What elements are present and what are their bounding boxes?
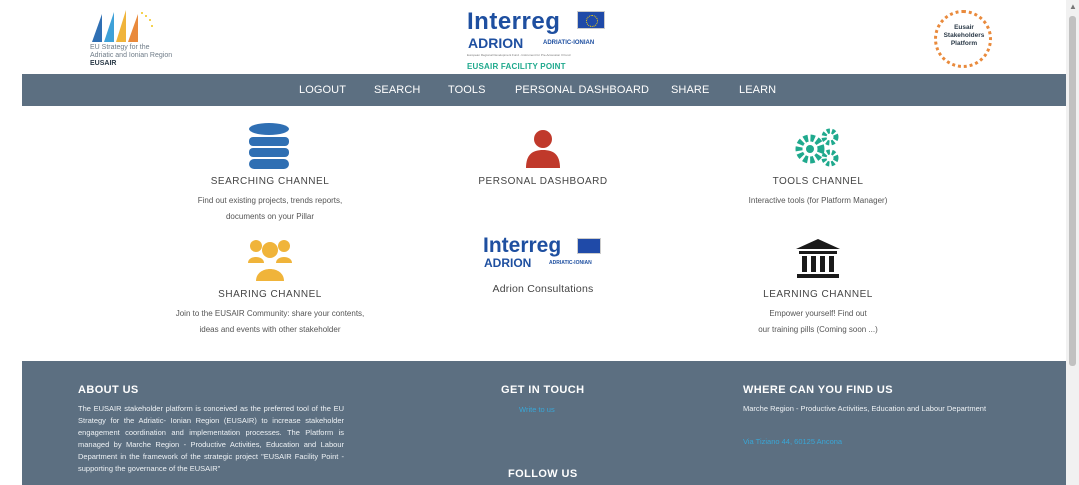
about-text: The EUSAIR stakeholder platform is conce…	[78, 404, 344, 473]
site-footer: ABOUT US The EUSAIR stakeholder platform…	[22, 361, 1066, 485]
interreg-adrion-logo[interactable]: Interreg ADRION ADRIATIC-IONIAN European…	[467, 8, 617, 72]
address-link[interactable]: Via Tiziano 44, 60125 Ancona	[743, 437, 842, 446]
nav-learn[interactable]: LEARN	[739, 84, 776, 96]
consult-logo-brand: Interreg	[483, 234, 562, 257]
nav-search[interactable]: SEARCH	[374, 84, 420, 96]
searching-channel[interactable]: SEARCHING CHANNEL Find out existing proj…	[150, 176, 390, 225]
channel-desc-line1: Interactive tools (for Platform Manager)	[748, 196, 888, 205]
channel-title[interactable]: TOOLS CHANNEL	[698, 176, 938, 187]
follow-us-heading: FOLLOW US	[508, 468, 578, 480]
location-text: Marche Region - Productive Activities, E…	[743, 404, 987, 413]
facility-point-label: EUSAIR FACILITY POINT	[467, 62, 566, 71]
scroll-up-icon[interactable]: ▲	[1069, 2, 1077, 11]
site-header: EU Strategy for the Adriatic and Ionian …	[0, 0, 1066, 74]
scroll-thumb[interactable]	[1069, 16, 1076, 366]
eusair-logo[interactable]: EU Strategy for the Adriatic and Ionian …	[88, 8, 208, 70]
eusair-logo-line2: Adriatic and Ionian Region	[90, 52, 173, 59]
about-heading: ABOUT US	[78, 384, 139, 396]
institution-icon[interactable]	[795, 239, 841, 279]
learning-channel[interactable]: LEARNING CHANNEL Empower yourself! Find …	[698, 289, 938, 338]
channel-title[interactable]: LEARNING CHANNEL	[698, 289, 938, 300]
nav-tools[interactable]: TOOLS	[448, 84, 486, 96]
interreg-adrion-consultations-logo[interactable]: Interreg ADRION ADRIATIC-IONIAN	[483, 234, 608, 277]
esp-logo-line2: Stakeholders	[943, 32, 985, 39]
where-find-us-heading: WHERE CAN YOU FIND US	[743, 384, 893, 396]
get-in-touch-heading: GET IN TOUCH	[501, 384, 585, 396]
adrion-consultations-channel[interactable]: Adrion Consultations	[443, 283, 643, 295]
write-to-us-link[interactable]: Write to us	[519, 405, 555, 414]
interreg-brand: Interreg	[467, 8, 561, 35]
stakeholders-platform-logo[interactable]: Eusair Stakeholders Platform	[932, 8, 996, 70]
channel-desc-line1: Empower yourself! Find out	[769, 309, 867, 318]
users-icon[interactable]	[246, 237, 294, 281]
eusair-sails-icon	[92, 10, 153, 42]
channel-desc-line1: Find out existing projects, trends repor…	[197, 196, 343, 205]
esp-logo-line1: Eusair	[954, 24, 974, 31]
consult-logo-region: ADRIATIC-IONIAN	[549, 260, 592, 266]
adrion-program: ADRION	[468, 35, 524, 51]
channel-desc-line2: ideas and events with other stakeholder	[199, 325, 341, 334]
database-icon[interactable]	[247, 123, 291, 170]
eusair-logo-line3: EUSAIR	[90, 60, 117, 67]
vertical-scrollbar[interactable]: ▲	[1066, 0, 1079, 485]
nav-share[interactable]: SHARE	[671, 84, 709, 96]
esp-logo-line3: Platform	[950, 40, 978, 47]
eu-flag-icon	[577, 11, 605, 29]
main-nav: LOGOUT SEARCH TOOLS PERSONAL DASHBOARD S…	[22, 74, 1066, 106]
nav-personal-dashboard[interactable]: PERSONAL DASHBOARD	[515, 84, 649, 96]
channel-title[interactable]: Adrion Consultations	[443, 283, 643, 295]
personal-dashboard-channel[interactable]: PERSONAL DASHBOARD	[443, 176, 643, 187]
channel-desc-line1: Join to the EUSAIR Community: share your…	[175, 309, 365, 318]
tools-channel[interactable]: TOOLS CHANNEL Interactive tools (for Pla…	[698, 176, 938, 209]
eusair-logo-line1: EU Strategy for the	[90, 44, 150, 51]
channel-desc-line2: documents on your Pillar	[225, 212, 315, 221]
user-icon[interactable]	[525, 130, 561, 168]
sharing-channel[interactable]: SHARING CHANNEL Join to the EUSAIR Commu…	[130, 289, 410, 338]
channel-title[interactable]: PERSONAL DASHBOARD	[443, 176, 643, 187]
channel-title[interactable]: SHARING CHANNEL	[130, 289, 410, 300]
adrion-region: ADRIATIC-IONIAN	[543, 40, 595, 46]
consult-logo-program: ADRION	[484, 256, 532, 270]
logo-fine-print: European Regional Development Fund - Ins…	[467, 53, 571, 57]
channel-title[interactable]: SEARCHING CHANNEL	[150, 176, 390, 187]
channel-desc-line2: our training pills (Coming soon ...)	[758, 325, 878, 334]
eu-flag-icon	[577, 238, 601, 254]
gears-icon[interactable]	[795, 127, 841, 167]
nav-logout[interactable]: LOGOUT	[299, 84, 346, 96]
